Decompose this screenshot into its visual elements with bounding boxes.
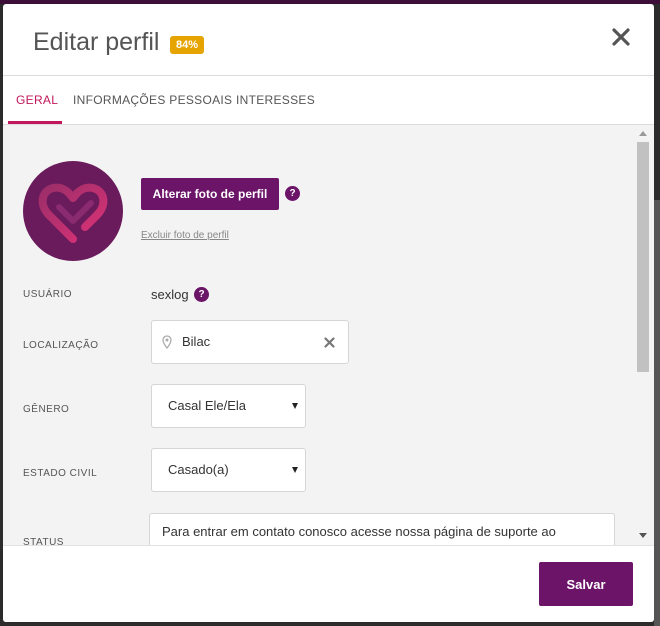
- status-textarea[interactable]: Para entrar em contato conosco acesse no…: [149, 513, 615, 545]
- marital-status-label: ESTADO CIVIL: [23, 468, 98, 479]
- brand-heart-logo-icon: [38, 183, 108, 243]
- clear-location-icon[interactable]: [324, 337, 335, 348]
- scroll-up-icon[interactable]: [639, 131, 647, 136]
- scrollbar-thumb[interactable]: [637, 142, 649, 372]
- marital-status-selected-value: Casado(a): [168, 462, 229, 477]
- close-button[interactable]: [608, 24, 634, 50]
- modal-title: Editar perfil: [33, 28, 160, 56]
- modal-footer: Salvar: [3, 545, 654, 622]
- general-tab-content: Alterar foto de perfil ? Excluir foto de…: [3, 125, 654, 545]
- location-value: Bilac: [182, 334, 211, 349]
- marital-status-select[interactable]: Casado(a): [151, 448, 306, 492]
- save-button[interactable]: Salvar: [539, 562, 633, 606]
- location-input[interactable]: Bilac: [151, 320, 349, 364]
- edit-profile-modal: Editar perfil 84% GERAL INFORMAÇÕES PESS…: [3, 4, 654, 622]
- map-pin-icon: [162, 335, 172, 349]
- gender-label: GÊNERO: [23, 404, 70, 415]
- tab-geral[interactable]: GERAL: [16, 76, 58, 125]
- photo-help-icon[interactable]: ?: [285, 186, 300, 201]
- tab-interesses[interactable]: INTERESSES: [236, 76, 315, 125]
- modal-header: Editar perfil 84%: [3, 4, 654, 76]
- avatar[interactable]: [23, 161, 123, 261]
- status-label: STATUS: [23, 537, 64, 545]
- page-backdrop-side: [654, 200, 660, 626]
- tab-informacoes-pessoais[interactable]: INFORMAÇÕES PESSOAIS: [73, 76, 232, 125]
- scroll-down-icon[interactable]: [639, 533, 647, 538]
- close-icon: [612, 28, 630, 46]
- chevron-down-icon: [292, 467, 298, 473]
- profile-tabs: GERAL INFORMAÇÕES PESSOAIS INTERESSES: [3, 76, 654, 125]
- username-help-icon[interactable]: ?: [194, 287, 209, 302]
- username-label: USUÁRIO: [23, 289, 73, 300]
- gender-selected-value: Casal Ele/Ela: [168, 398, 247, 413]
- delete-photo-link[interactable]: Excluir foto de perfil: [141, 230, 229, 241]
- profile-completion-badge: 84%: [170, 36, 205, 54]
- change-photo-button[interactable]: Alterar foto de perfil: [141, 178, 279, 210]
- username-value: sexlog: [151, 287, 189, 302]
- location-label: LOCALIZAÇÃO: [23, 340, 99, 351]
- chevron-down-icon: [292, 403, 298, 409]
- active-tab-indicator: [8, 121, 62, 124]
- gender-select[interactable]: Casal Ele/Ela: [151, 384, 306, 428]
